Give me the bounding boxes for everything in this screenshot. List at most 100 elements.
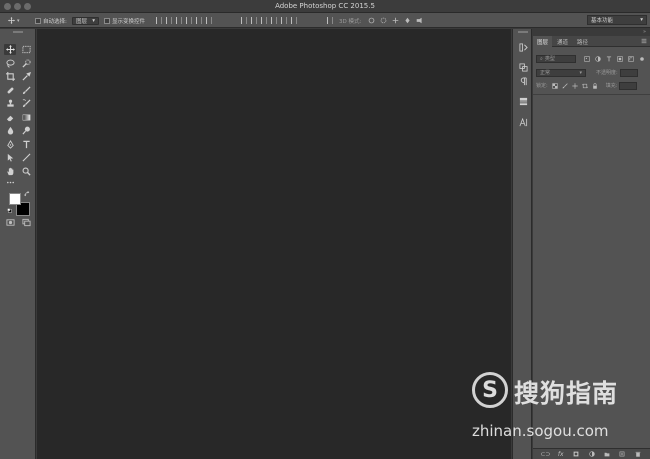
tab-layers[interactable]: 图层	[533, 36, 553, 47]
auto-select-label: 自动选择:	[43, 18, 67, 25]
rectangular-marquee-tool[interactable]	[20, 44, 32, 55]
history-panel-button[interactable]	[517, 42, 529, 53]
show-transform-checkbox[interactable]: 显示变换控件	[104, 16, 145, 25]
tools-panel	[0, 29, 36, 459]
move-tool[interactable]	[4, 44, 16, 55]
new-layer-icon[interactable]	[619, 451, 625, 457]
auto-select-checkbox[interactable]: 自动选择:	[35, 16, 67, 25]
blur-tool[interactable]	[4, 125, 16, 136]
align-right-icon[interactable]	[206, 17, 212, 24]
add-mask-icon[interactable]	[573, 451, 579, 457]
distribute-right-icon[interactable]	[291, 17, 297, 24]
link-layers-icon[interactable]: ⊂⊃	[540, 451, 550, 458]
type-tool[interactable]	[20, 139, 32, 150]
history-brush-tool[interactable]	[20, 98, 32, 109]
show-transform-label: 显示变换控件	[112, 18, 146, 25]
dock-grip[interactable]	[518, 31, 528, 33]
distribute-vertical-center-icon[interactable]	[251, 17, 257, 24]
adjustment-layer-icon[interactable]	[588, 451, 595, 457]
tab-paths[interactable]: 路径	[573, 36, 592, 47]
healing-brush-tool[interactable]	[4, 85, 16, 96]
fill-field[interactable]	[619, 81, 638, 90]
align-bottom-icon[interactable]	[176, 17, 182, 24]
zoom-tool[interactable]	[20, 166, 32, 177]
tab-channels[interactable]: 通道	[553, 36, 572, 47]
lock-transparent-pixels-icon[interactable]	[551, 82, 558, 89]
paragraph-panel-button[interactable]	[517, 76, 529, 87]
gradient-tool[interactable]	[20, 112, 32, 123]
align-vertical-center-icon[interactable]	[166, 17, 172, 24]
scale-3d-icon[interactable]	[416, 17, 423, 24]
distribute-horizontal-center-icon[interactable]	[281, 17, 287, 24]
adjustment-filter-icon[interactable]	[595, 55, 601, 62]
shape-filter-icon[interactable]	[617, 55, 623, 62]
pixel-filter-icon[interactable]	[584, 55, 590, 62]
lock-image-pixels-icon[interactable]	[562, 82, 568, 89]
edit-toolbar-button[interactable]	[4, 177, 16, 188]
character-panel-button[interactable]	[517, 117, 529, 128]
dodge-tool[interactable]	[20, 125, 32, 136]
foreground-color-swatch[interactable]	[9, 193, 21, 205]
path-selection-tool[interactable]	[4, 152, 16, 163]
smart-object-filter-icon[interactable]	[628, 55, 634, 62]
lock-all-icon[interactable]	[592, 82, 598, 89]
quick-mask-button[interactable]	[4, 217, 16, 228]
auto-select-dropdown[interactable]: 图层 ▾	[72, 16, 99, 25]
clone-stamp-tool[interactable]	[4, 98, 16, 109]
screen-mode-button[interactable]	[20, 217, 32, 228]
distribute-bottom-icon[interactable]	[261, 17, 267, 24]
distribute-buttons-group	[241, 17, 297, 24]
eraser-tool[interactable]	[4, 112, 16, 123]
blend-mode-value: 正常	[540, 70, 551, 76]
align-left-icon[interactable]	[186, 17, 192, 24]
align-top-icon[interactable]	[156, 17, 162, 24]
panel-menu-icon[interactable]	[641, 38, 647, 44]
lock-position-icon[interactable]	[571, 82, 578, 89]
lock-row: 锁定: 填充:	[536, 81, 647, 90]
document-canvas-area[interactable]	[37, 29, 511, 459]
line-tool[interactable]	[20, 152, 32, 163]
mode-3d-label-wrap: 3D 模式:	[339, 16, 361, 25]
distribute-left-icon[interactable]	[271, 17, 277, 24]
trash-icon[interactable]	[635, 451, 641, 457]
lock-artboard-icon[interactable]	[581, 83, 588, 89]
toolbar-grip[interactable]	[13, 31, 23, 33]
brush-tool[interactable]	[20, 85, 32, 96]
auto-align-layers-icon[interactable]	[327, 17, 333, 24]
hand-tool[interactable]	[4, 166, 16, 177]
move-tool-preset-picker[interactable]: ▾	[8, 16, 20, 25]
default-colors-icon[interactable]	[7, 208, 12, 213]
quick-selection-tool[interactable]	[20, 58, 32, 69]
type-filter-icon[interactable]	[606, 56, 612, 62]
workspace-switcher[interactable]: 基本功能 ▾	[587, 15, 647, 25]
pen-tool[interactable]	[4, 139, 16, 150]
drag-3d-icon[interactable]	[392, 17, 399, 24]
lock-label: 锁定:	[536, 83, 548, 89]
new-group-icon[interactable]	[604, 451, 610, 457]
swatches-panel-button[interactable]	[517, 96, 529, 107]
history-brush-icon	[22, 99, 31, 108]
options-bar: ▾ 自动选择: 图层 ▾ 显示变换控件 3D 模式:	[0, 13, 650, 28]
layer-style-icon[interactable]: fx	[558, 451, 564, 458]
collapse-panel-icon[interactable]: »	[643, 29, 646, 35]
opacity-field[interactable]	[619, 68, 638, 77]
filter-toggle-icon[interactable]	[639, 56, 645, 62]
workspace-value: 基本功能	[591, 18, 614, 24]
blend-mode-dropdown[interactable]: 正常 ▾	[536, 68, 586, 77]
rotate-3d-icon[interactable]	[368, 17, 375, 24]
swap-colors-icon[interactable]	[24, 191, 30, 197]
eyedropper-icon	[21, 72, 31, 81]
properties-panel-button[interactable]	[517, 62, 529, 73]
roll-3d-icon[interactable]	[380, 17, 387, 24]
slide-3d-icon[interactable]	[404, 17, 411, 24]
lasso-tool[interactable]	[4, 58, 16, 69]
crop-tool[interactable]	[4, 71, 16, 82]
layer-filter-kind[interactable]: ⌕ 类型	[536, 54, 576, 63]
brush-icon	[22, 86, 31, 95]
properties-icon	[518, 63, 528, 72]
window-title: Adobe Photoshop CC 2015.5	[275, 2, 375, 10]
distribute-top-icon[interactable]	[241, 17, 247, 24]
align-horizontal-center-icon[interactable]	[196, 17, 202, 24]
more-icon	[6, 181, 14, 184]
eyedropper-tool[interactable]	[20, 71, 32, 82]
